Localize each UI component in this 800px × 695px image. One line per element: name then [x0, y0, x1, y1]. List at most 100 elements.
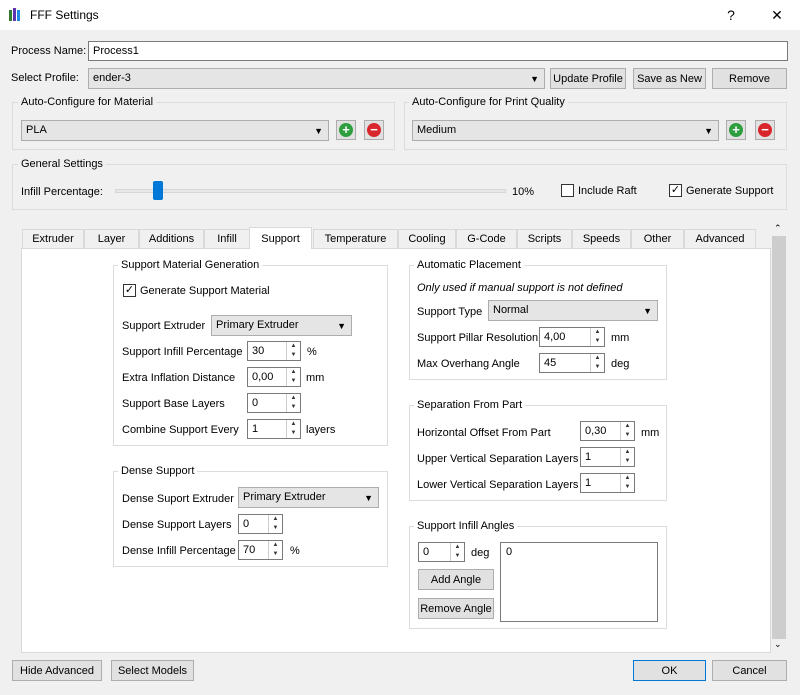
scrollbar-thumb[interactable]: [772, 236, 786, 639]
dense-infill-spinbox[interactable]: 70 ▲ ▼: [238, 540, 283, 560]
profile-dropdown[interactable]: ender-3 ▼: [88, 68, 545, 89]
spin-arrows-icon[interactable]: ▲ ▼: [620, 474, 634, 492]
upper-separation-spinbox[interactable]: 1 ▲ ▼: [580, 447, 635, 467]
support-type-label: Support Type: [417, 306, 483, 318]
horizontal-offset-spinbox[interactable]: 0,30 ▲ ▼: [580, 421, 635, 441]
chevron-up-icon[interactable]: ⌃: [774, 223, 782, 234]
tab-cooling[interactable]: Cooling: [398, 229, 456, 248]
dense-infill-label: Dense Infill Percentage: [122, 545, 236, 557]
plus-icon: +: [339, 123, 353, 137]
overhang-angle-spinbox[interactable]: 45 ▲ ▼: [539, 353, 605, 373]
dense-layers-spinbox[interactable]: 0 ▲ ▼: [238, 514, 283, 534]
tab-additions[interactable]: Additions: [139, 229, 204, 248]
spin-arrows-icon[interactable]: ▲ ▼: [268, 515, 282, 533]
spin-arrows-icon[interactable]: ▲ ▼: [590, 328, 604, 346]
automatic-placement-title: Automatic Placement: [414, 259, 524, 271]
support-infill-spinbox[interactable]: 30 ▲ ▼: [247, 341, 301, 361]
overhang-angle-label: Max Overhang Angle: [417, 358, 520, 370]
cancel-button[interactable]: Cancel: [712, 660, 787, 681]
close-button[interactable]: ✕: [754, 0, 800, 30]
spin-arrows-icon[interactable]: ▲ ▼: [590, 354, 604, 372]
minus-icon: −: [758, 123, 772, 137]
combine-support-label: Combine Support Every: [122, 424, 239, 436]
hide-advanced-button[interactable]: Hide Advanced: [12, 660, 102, 681]
support-base-layers-value: 0: [252, 397, 259, 409]
extra-inflation-spinbox[interactable]: 0,00 ▲ ▼: [247, 367, 301, 387]
spin-arrows-icon[interactable]: ▲ ▼: [450, 543, 464, 561]
tab-other[interactable]: Other: [631, 229, 684, 248]
upper-separation-label: Upper Vertical Separation Layers: [417, 453, 579, 465]
support-extruder-label: Support Extruder: [122, 320, 206, 332]
include-raft-checkbox[interactable]: [561, 184, 574, 197]
angle-unit: deg: [471, 547, 490, 559]
minus-icon: −: [367, 123, 381, 137]
support-extruder-value: Primary Extruder: [216, 319, 299, 331]
remove-quality-button[interactable]: −: [755, 120, 775, 140]
tab-scripts[interactable]: Scripts: [517, 229, 572, 248]
save-as-new-button[interactable]: Save as New: [633, 68, 706, 89]
support-type-dropdown[interactable]: Normal ▼: [488, 300, 658, 321]
remove-angle-button[interactable]: Remove Angle: [418, 598, 494, 619]
angle-value: 0: [423, 546, 430, 558]
angle-spinbox[interactable]: 0 ▲ ▼: [418, 542, 465, 562]
tab-infill[interactable]: Infill: [204, 229, 250, 248]
generate-support-material-checkbox[interactable]: ✓: [123, 284, 136, 297]
generate-support-label: Generate Support: [686, 185, 774, 197]
chevron-down-icon[interactable]: ⌄: [774, 639, 782, 650]
lower-separation-spinbox[interactable]: 1 ▲ ▼: [580, 473, 635, 493]
tab-layer[interactable]: Layer: [84, 229, 139, 248]
pillar-resolution-spinbox[interactable]: 4,00 ▲ ▼: [539, 327, 605, 347]
process-name-label: Process Name:: [11, 45, 87, 57]
add-material-button[interactable]: +: [336, 120, 356, 140]
combine-support-spinbox[interactable]: 1 ▲ ▼: [247, 419, 301, 439]
chevron-down-icon: ▼: [314, 126, 323, 136]
spin-arrows-icon[interactable]: ▲ ▼: [286, 342, 300, 360]
select-models-button[interactable]: Select Models: [111, 660, 194, 681]
process-name-input[interactable]: Process1: [88, 41, 788, 61]
scrollbar[interactable]: ⌃ ⌄: [771, 221, 787, 653]
horizontal-offset-value: 0,30: [585, 425, 607, 437]
tab-speeds[interactable]: Speeds: [572, 229, 631, 248]
help-button[interactable]: ?: [708, 0, 754, 30]
quality-dropdown[interactable]: Medium ▼: [412, 120, 719, 141]
chevron-down-icon: ▼: [643, 306, 652, 316]
horizontal-offset-unit: mm: [641, 427, 660, 439]
dense-infill-value: 70: [243, 544, 256, 556]
material-dropdown[interactable]: PLA ▼: [21, 120, 329, 141]
support-base-layers-label: Support Base Layers: [122, 398, 225, 410]
tab-temperature[interactable]: Temperature: [313, 229, 398, 248]
chevron-down-icon: ▼: [364, 493, 373, 503]
add-quality-button[interactable]: +: [726, 120, 746, 140]
support-extruder-dropdown[interactable]: Primary Extruder ▼: [211, 315, 352, 336]
generate-support-checkbox[interactable]: ✓: [669, 184, 682, 197]
spin-arrows-icon[interactable]: ▲ ▼: [620, 422, 634, 440]
spin-arrows-icon[interactable]: ▲ ▼: [286, 394, 300, 412]
tab-support[interactable]: Support: [249, 227, 312, 249]
infill-slider-handle[interactable]: [153, 181, 164, 200]
title-bar: FFF Settings ? ✕: [0, 0, 800, 30]
dense-layers-value: 0: [243, 518, 250, 530]
spin-arrows-icon[interactable]: ▲ ▼: [620, 448, 634, 466]
remove-material-button[interactable]: −: [364, 120, 384, 140]
tab-extruder[interactable]: Extruder: [22, 229, 84, 248]
spin-arrows-icon[interactable]: ▲ ▼: [268, 541, 282, 559]
extra-inflation-value: 0,00: [252, 371, 274, 383]
spin-arrows-icon[interactable]: ▲ ▼: [286, 368, 300, 386]
combine-support-value: 1: [252, 423, 259, 435]
support-base-layers-spinbox[interactable]: 0 ▲ ▼: [247, 393, 301, 413]
spin-arrows-icon[interactable]: ▲ ▼: [286, 420, 300, 438]
quality-value: Medium: [417, 124, 457, 136]
tab-advanced[interactable]: Advanced: [684, 229, 756, 248]
tab-gcode[interactable]: G-Code: [456, 229, 517, 248]
remove-profile-button[interactable]: Remove: [712, 68, 787, 89]
dense-extruder-value: Primary Extruder: [243, 491, 326, 503]
infill-slider-track[interactable]: [115, 189, 506, 193]
ok-button[interactable]: OK: [633, 660, 706, 681]
angles-list[interactable]: 0: [500, 542, 658, 622]
dense-extruder-label: Dense Suport Extruder: [122, 493, 234, 505]
list-item[interactable]: 0: [506, 546, 652, 558]
update-profile-button[interactable]: Update Profile: [550, 68, 626, 89]
extra-inflation-label: Extra Inflation Distance: [122, 372, 236, 384]
dense-extruder-dropdown[interactable]: Primary Extruder ▼: [238, 487, 379, 508]
add-angle-button[interactable]: Add Angle: [418, 569, 494, 590]
